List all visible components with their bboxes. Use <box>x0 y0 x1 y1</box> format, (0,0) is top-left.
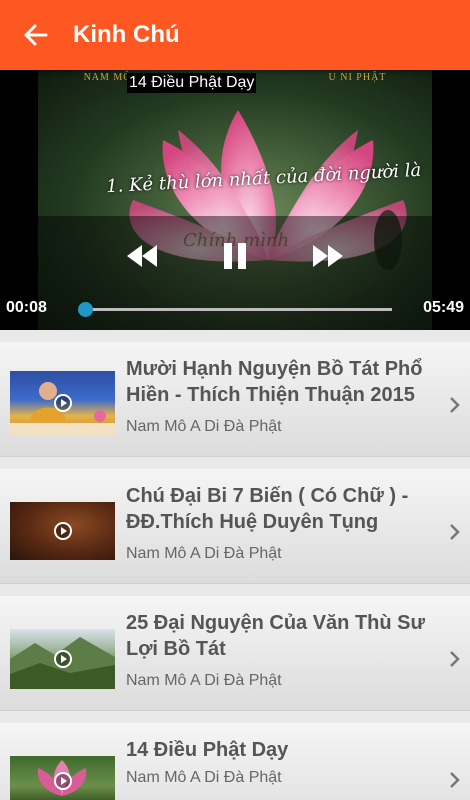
rewind-button[interactable] <box>124 242 160 270</box>
play-icon <box>53 772 72 790</box>
video-title: 25 Đại Nguyện Của Văn Thù Sư Lợi Bồ Tát <box>126 612 425 660</box>
chevron-right-icon <box>450 524 460 540</box>
total-time: 05:49 <box>423 299 464 316</box>
video-channel: Nam Mô A Di Đà Phật <box>126 545 282 562</box>
play-icon <box>53 650 72 668</box>
video-channel: Nam Mô A Di Đà Phật <box>126 769 282 786</box>
play-icon <box>53 394 72 412</box>
app-bar: Kinh Chú <box>0 0 470 70</box>
fast-forward-icon <box>313 245 343 267</box>
video-title: Chú Đại Bi 7 Biến ( Có Chữ ) - ĐĐ.Thích … <box>126 485 409 533</box>
video-thumbnail <box>10 502 115 560</box>
list-item[interactable]: Chú Đại Bi 7 Biến ( Có Chữ ) - ĐĐ.Thích … <box>0 469 470 584</box>
back-button[interactable] <box>0 0 70 70</box>
video-title: Mười Hạnh Nguyện Bồ Tát Phổ Hiền - Thích… <box>126 358 423 406</box>
video-thumbnail <box>10 371 115 435</box>
seek-bar[interactable] <box>84 308 392 311</box>
current-time: 00:08 <box>6 299 47 316</box>
page-title: Kinh Chú <box>73 21 180 48</box>
pause-button[interactable] <box>220 240 250 272</box>
list-item[interactable]: 14 Điều Phật Dạy Nam Mô A Di Đà Phật <box>0 723 470 800</box>
rewind-icon <box>127 245 157 267</box>
chevron-right-icon <box>450 772 460 788</box>
play-icon <box>53 522 72 540</box>
video-thumbnail <box>10 629 115 689</box>
pause-icon <box>224 243 246 269</box>
fast-forward-button[interactable] <box>310 242 346 270</box>
video-channel: Nam Mô A Di Đà Phật <box>126 418 282 435</box>
chevron-right-icon <box>450 651 460 667</box>
video-subtitle: 14 Điều Phật Dạy <box>127 73 257 93</box>
seek-thumb[interactable] <box>78 302 93 317</box>
list-item[interactable]: 25 Đại Nguyện Của Văn Thù Sư Lợi Bồ Tát … <box>0 596 470 711</box>
list-item[interactable]: Mười Hạnh Nguyện Bồ Tát Phổ Hiền - Thích… <box>0 342 470 457</box>
video-player[interactable]: NAM MÔ U NI PHẬT 1. Kẻ thù lớn nhất của … <box>0 70 470 330</box>
arrow-back-icon <box>24 24 48 46</box>
video-thumbnail <box>10 756 115 800</box>
video-channel: Nam Mô A Di Đà Phật <box>126 672 282 689</box>
video-title: 14 Điều Phật Dạy <box>126 739 289 761</box>
chevron-right-icon <box>450 397 460 413</box>
player-controls-overlay <box>38 216 432 330</box>
